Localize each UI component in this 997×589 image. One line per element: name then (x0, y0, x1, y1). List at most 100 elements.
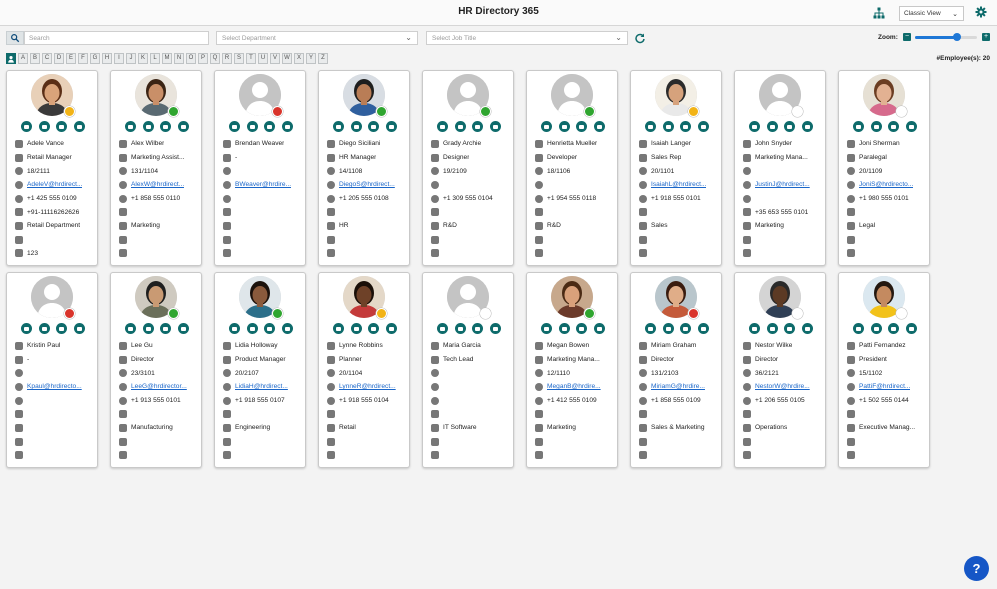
employee-email[interactable]: AdeleV@hrdirect... (27, 181, 82, 188)
employee-card[interactable]: Maria Garcia Tech Lead IT Software (422, 272, 514, 468)
avatar[interactable] (239, 276, 283, 319)
employee-email[interactable]: LynneR@hrdirect... (339, 383, 396, 390)
chat-icon[interactable] (21, 121, 32, 132)
letter-filter-t[interactable]: T (246, 53, 256, 64)
letter-filter-v[interactable]: V (270, 53, 280, 64)
letter-filter-u[interactable]: U (258, 53, 268, 64)
avatar[interactable] (31, 74, 75, 117)
mail-icon[interactable] (870, 121, 882, 132)
avatar[interactable] (551, 276, 595, 319)
avatar[interactable] (655, 276, 699, 319)
call-icon[interactable] (888, 121, 900, 132)
call-icon[interactable] (264, 323, 276, 334)
call-icon[interactable] (368, 323, 380, 334)
employee-card[interactable]: Adele Vance Retail Manager 18/2111 Adele… (6, 70, 98, 266)
avatar[interactable] (863, 276, 907, 319)
employee-card[interactable]: Joni Sherman Paralegal 20/1109 JoniS@hrd… (838, 70, 930, 266)
call-icon[interactable] (264, 121, 276, 132)
employee-card[interactable]: Brendan Weaver - BWeaver@hrdire... (214, 70, 306, 266)
call-icon[interactable] (576, 121, 588, 132)
view-mode-select[interactable]: Classic View ⌄ (899, 6, 964, 21)
teams-icon[interactable] (385, 121, 397, 132)
mail-icon[interactable] (766, 121, 778, 132)
teams-icon[interactable] (905, 323, 917, 334)
employee-card[interactable]: Miriam Graham Director 131/2103 MiriamG@… (630, 272, 722, 468)
letter-filter-f[interactable]: F (78, 53, 88, 64)
teams-icon[interactable] (489, 121, 501, 132)
employee-email[interactable]: IsaiahL@hrdirect... (651, 181, 706, 188)
zoom-out-button[interactable]: − (903, 33, 911, 41)
chat-icon[interactable] (853, 323, 864, 334)
letter-filter-o[interactable]: O (186, 53, 196, 64)
chat-icon[interactable] (749, 323, 760, 334)
letter-filter-s[interactable]: S (234, 53, 244, 64)
employee-email[interactable]: BWeaver@hrdire... (235, 181, 291, 188)
mail-icon[interactable] (350, 323, 362, 334)
employee-card[interactable]: Nestor Wilke Director 36/2121 NestorW@hr… (734, 272, 826, 468)
employee-email[interactable]: Kpaul@hrdirecto... (27, 383, 82, 390)
teams-icon[interactable] (697, 323, 709, 334)
teams-icon[interactable] (177, 121, 189, 132)
zoom-in-button[interactable]: + (982, 33, 990, 41)
teams-icon[interactable] (281, 121, 293, 132)
employee-email[interactable]: DiegoS@hrdirect... (339, 181, 395, 188)
mail-icon[interactable] (246, 323, 258, 334)
chat-icon[interactable] (437, 323, 448, 334)
avatar[interactable] (551, 74, 595, 117)
employee-email[interactable]: LidiaH@hrdirect... (235, 383, 288, 390)
zoom-slider-thumb[interactable] (953, 33, 962, 41)
chat-icon[interactable] (333, 121, 344, 132)
call-icon[interactable] (160, 323, 172, 334)
teams-icon[interactable] (177, 323, 189, 334)
call-icon[interactable] (368, 121, 380, 132)
letter-filter-k[interactable]: K (138, 53, 148, 64)
teams-icon[interactable] (593, 121, 605, 132)
teams-icon[interactable] (801, 323, 813, 334)
avatar[interactable] (239, 74, 283, 117)
call-icon[interactable] (680, 121, 692, 132)
teams-icon[interactable] (281, 323, 293, 334)
letter-filter-n[interactable]: N (174, 53, 184, 64)
avatar[interactable] (343, 74, 387, 117)
chat-icon[interactable] (333, 323, 344, 334)
employee-card[interactable]: Diego Siciliani HR Manager 14/1108 Diego… (318, 70, 410, 266)
employee-card[interactable]: Henrietta Mueller Developer 18/1106 +1 9… (526, 70, 618, 266)
avatar[interactable] (343, 276, 387, 319)
teams-icon[interactable] (697, 121, 709, 132)
mail-icon[interactable] (558, 323, 570, 334)
chat-icon[interactable] (125, 323, 136, 334)
avatar[interactable] (863, 74, 907, 117)
chat-icon[interactable] (125, 121, 136, 132)
mail-icon[interactable] (662, 121, 674, 132)
avatar[interactable] (135, 276, 179, 319)
mail-icon[interactable] (246, 121, 258, 132)
chat-icon[interactable] (541, 323, 552, 334)
search-input[interactable]: Search (24, 31, 209, 45)
avatar[interactable] (447, 74, 491, 117)
refresh-icon[interactable] (634, 32, 646, 44)
mail-icon[interactable] (870, 323, 882, 334)
help-button[interactable]: ? (964, 556, 989, 581)
call-icon[interactable] (472, 121, 484, 132)
avatar[interactable] (759, 74, 803, 117)
letter-filter-p[interactable]: P (198, 53, 208, 64)
employee-card[interactable]: Lee Gu Director 23/3101 LeeG@hrdirector.… (110, 272, 202, 468)
letter-filter-b[interactable]: B (30, 53, 40, 64)
teams-icon[interactable] (905, 121, 917, 132)
employee-email[interactable]: JustinJ@hrdirect... (755, 181, 810, 188)
org-chart-icon[interactable] (873, 7, 885, 19)
employee-card[interactable]: Alex Wilber Marketing Assist... 131/1104… (110, 70, 202, 266)
zoom-slider[interactable] (915, 33, 977, 41)
avatar[interactable] (135, 74, 179, 117)
employee-card[interactable]: Patti Fernandez President 15/1102 PattiF… (838, 272, 930, 468)
employee-email[interactable]: JoniS@hrdirecto... (859, 181, 913, 188)
teams-icon[interactable] (593, 323, 605, 334)
letter-filter-r[interactable]: R (222, 53, 232, 64)
mail-icon[interactable] (38, 323, 50, 334)
chat-icon[interactable] (21, 323, 32, 334)
letter-filter-c[interactable]: C (42, 53, 52, 64)
chat-icon[interactable] (853, 121, 864, 132)
employee-email[interactable]: AlexW@hrdirect... (131, 181, 184, 188)
letter-filter-l[interactable]: L (150, 53, 160, 64)
letter-filter-z[interactable]: Z (318, 53, 328, 64)
